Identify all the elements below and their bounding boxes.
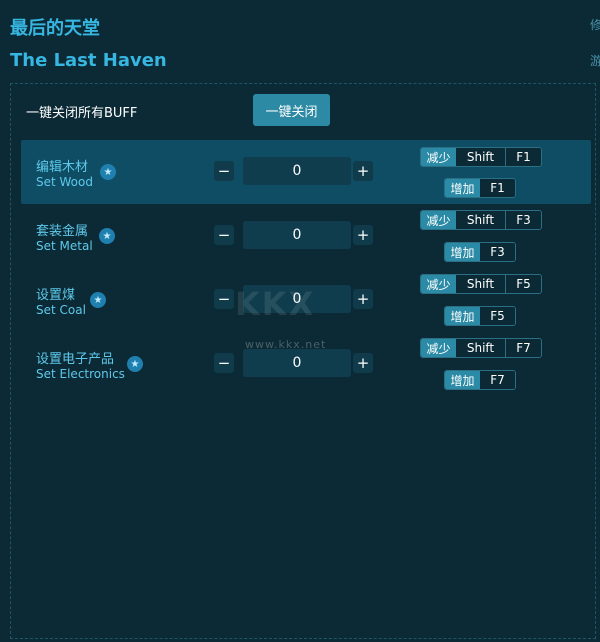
decrease-label: 减少 [421,211,456,229]
decrease-label: 减少 [421,148,456,166]
modifier-key: Shift [456,275,506,293]
increase-label: 增加 [445,243,480,261]
increase-button[interactable]: + [353,225,373,245]
increase-hotkey[interactable]: 增加 F5 [444,306,516,326]
decrease-hotkey[interactable]: 减少 Shift F5 [420,274,542,294]
close-all-buff-label: 一键关闭所有BUFF [26,106,138,121]
modifier-key: Shift [456,148,506,166]
app-title-en: The Last Haven [10,50,167,71]
increase-label: 增加 [445,371,480,389]
value-input[interactable]: 0 [243,157,351,185]
modifier-key: Shift [456,211,506,229]
function-key: F5 [506,275,541,293]
row-name-cn: 设置电子产品 [36,352,115,367]
row-name-en: Set Electronics [36,367,125,381]
row-name-cn: 设置煤 [36,288,76,303]
function-key: F5 [480,307,515,325]
row-name-en: Set Wood [36,175,93,189]
row-name-en: Set Metal [36,239,93,253]
function-key: F1 [506,148,541,166]
row-name-en: Set Coal [36,303,86,317]
cheat-row-metal: 套装金属 Set Metal ★ − 0 + 减少 Shift F3 增加 F3 [21,204,591,268]
decrease-button[interactable]: − [214,161,234,181]
function-key: F3 [480,243,515,261]
decrease-hotkey[interactable]: 减少 Shift F7 [420,338,542,358]
value-input[interactable]: 0 [243,221,351,249]
increase-button[interactable]: + [353,353,373,373]
function-key: F3 [506,211,541,229]
decrease-hotkey[interactable]: 减少 Shift F3 [420,210,542,230]
increase-hotkey[interactable]: 增加 F7 [444,370,516,390]
star-icon[interactable]: ★ [99,228,115,244]
star-icon[interactable]: ★ [90,292,106,308]
edge-label-1: 修 [590,18,600,32]
increase-label: 增加 [445,307,480,325]
cheat-row-wood: 编辑木材 Set Wood ★ − 0 + 减少 Shift F1 增加 F1 [21,140,591,204]
increase-button[interactable]: + [353,161,373,181]
decrease-button[interactable]: − [214,225,234,245]
increase-hotkey[interactable]: 增加 F3 [444,242,516,262]
watermark-url: www.kkx.net [245,338,327,351]
decrease-hotkey[interactable]: 减少 Shift F1 [420,147,542,167]
increase-hotkey[interactable]: 增加 F1 [444,178,516,198]
row-name-cn: 套装金属 [36,224,89,239]
edge-label-2: 游 [590,54,600,68]
star-icon[interactable]: ★ [100,164,116,180]
value-input[interactable]: 0 [243,349,351,377]
decrease-button[interactable]: − [214,353,234,373]
close-all-button[interactable]: 一键关闭 [253,94,330,126]
app-title-cn: 最后的天堂 [10,18,100,39]
star-icon[interactable]: ★ [127,356,143,372]
decrease-label: 减少 [421,275,456,293]
function-key: F7 [506,339,541,357]
row-name-cn: 编辑木材 [36,160,89,175]
function-key: F7 [480,371,515,389]
decrease-label: 减少 [421,339,456,357]
decrease-button[interactable]: − [214,289,234,309]
modifier-key: Shift [456,339,506,357]
watermark-logo: KKX [235,285,316,323]
increase-label: 增加 [445,179,480,197]
function-key: F1 [480,179,515,197]
increase-button[interactable]: + [353,289,373,309]
